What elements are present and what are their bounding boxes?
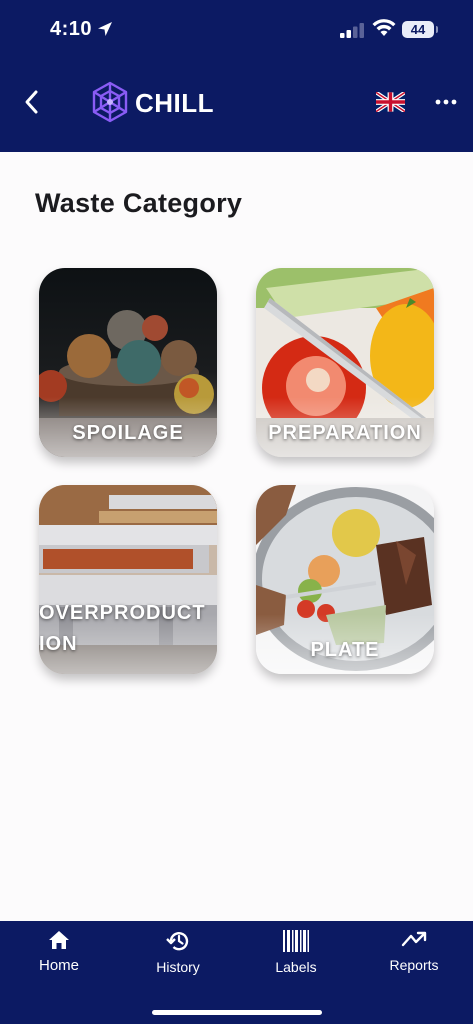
category-label: PREPARATION xyxy=(268,422,422,444)
tab-label: Labels xyxy=(275,959,317,975)
wifi-icon xyxy=(372,19,396,36)
app-logo: CHILL xyxy=(88,78,215,126)
category-label: OVERPRODUCT xyxy=(39,602,206,624)
tab-label: Reports xyxy=(389,957,439,973)
app-name: CHILL xyxy=(135,88,215,118)
status-bar: 4:10 44 xyxy=(0,14,473,44)
history-icon xyxy=(166,932,189,951)
uk-flag-icon[interactable] xyxy=(376,92,405,112)
back-chevron-icon[interactable] xyxy=(20,88,44,116)
cellular-signal-icon xyxy=(340,23,364,38)
top-bar: 4:10 44 CHILL xyxy=(0,0,473,152)
nav-row: CHILL xyxy=(0,76,473,128)
more-options-icon[interactable] xyxy=(434,90,458,114)
tab-reports[interactable]: Reports xyxy=(369,929,459,989)
category-label: PLATE xyxy=(310,639,380,661)
barcode-icon xyxy=(283,930,309,952)
category-card-plate[interactable]: PLATE xyxy=(256,485,434,674)
bottom-tab-bar: Home History Labels Reports xyxy=(0,921,473,1024)
status-time: 4:10 xyxy=(50,18,93,40)
category-label: SPOILAGE xyxy=(72,422,184,444)
tab-labels[interactable]: Labels xyxy=(251,929,341,989)
tab-history[interactable]: History xyxy=(133,929,223,989)
tab-label: Home xyxy=(38,957,79,974)
tab-home[interactable]: Home xyxy=(14,929,104,989)
snowflake-logo-icon xyxy=(92,81,128,123)
category-card-spoilage[interactable]: SPOILAGE xyxy=(39,268,217,457)
category-label-continued: ION xyxy=(39,633,78,655)
home-icon xyxy=(49,931,69,949)
page-title: Waste Category xyxy=(35,188,243,218)
home-indicator xyxy=(152,1010,322,1015)
location-arrow-icon xyxy=(98,22,112,36)
trend-icon xyxy=(401,931,427,947)
tab-label: History xyxy=(156,959,200,975)
battery-indicator: 44 xyxy=(402,21,438,38)
category-card-preparation[interactable]: PREPARATION xyxy=(256,268,434,457)
category-card-overproduction[interactable]: OVERPRODUCT ION xyxy=(39,485,217,674)
